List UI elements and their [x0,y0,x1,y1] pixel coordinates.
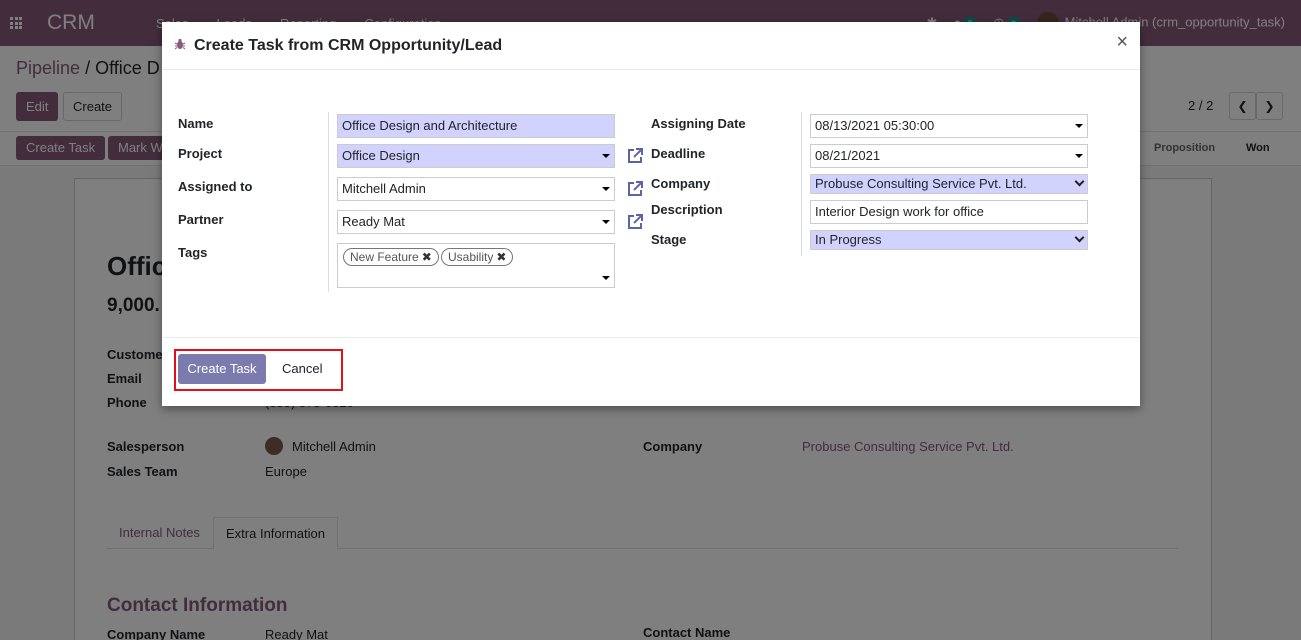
project-field[interactable]: Office Design [337,144,615,168]
external-link-icon[interactable] [625,179,645,199]
tag-label: New Feature [350,250,419,264]
dialog-title: Create Task from CRM Opportunity/Lead [194,36,503,54]
assigning-date-field[interactable]: 08/13/2021 05:30:00 [810,114,1088,138]
assigning-date-value: 08/13/2021 05:30:00 [815,118,935,133]
dialog-header: Create Task from CRM Opportunity/Lead × [162,22,1140,70]
company-value: Probuse Consulting Service Pvt. Ltd. [815,176,1027,191]
stage-value: In Progress [815,232,882,247]
caret-down-icon[interactable] [602,187,610,191]
company-label: Company [651,176,711,191]
tag-chip: Usability ✖ [441,248,514,266]
caret-down-icon[interactable] [602,154,610,158]
deadline-value: 08/21/2021 [815,148,881,163]
close-icon[interactable]: × [1116,32,1128,52]
chevron-down-icon [1074,176,1085,187]
assigned-to-value: Mitchell Admin [342,181,426,196]
stage-select[interactable]: In Progress [810,230,1088,250]
caret-down-icon[interactable] [1075,154,1083,158]
dialog-body: Name Project Assigned to Partner Tags Of… [162,70,1140,338]
partner-field[interactable]: Ready Mat [337,210,615,234]
tags-label: Tags [178,245,208,260]
assigned-to-field[interactable]: Mitchell Admin [337,177,615,201]
name-field[interactable]: Office Design and Architecture [337,114,615,138]
dialog-footer: Create Task Cancel [162,338,1140,404]
company-select[interactable]: Probuse Consulting Service Pvt. Ltd. [810,174,1088,194]
project-label: Project [178,146,223,161]
caret-down-icon[interactable] [602,276,610,280]
deadline-field[interactable]: 08/21/2021 [810,144,1088,168]
remove-tag-icon[interactable]: ✖ [496,250,506,264]
name-label: Name [178,116,214,131]
deadline-label: Deadline [651,146,706,161]
bug-icon [174,38,186,53]
chevron-down-icon [1074,232,1085,243]
caret-down-icon[interactable] [1075,124,1083,128]
assigned-to-label: Assigned to [178,179,253,194]
assigning-date-label: Assigning Date [651,116,746,131]
partner-value: Ready Mat [342,214,405,229]
partner-label: Partner [178,212,224,227]
column-divider [801,112,802,256]
external-link-icon[interactable] [625,212,645,232]
cancel-button[interactable]: Cancel [274,354,330,384]
tags-field[interactable]: New Feature ✖ Usability ✖ [337,243,615,288]
column-divider [328,112,329,292]
tag-label: Usability [448,250,494,264]
remove-tag-icon[interactable]: ✖ [422,250,432,264]
stage-label: Stage [651,232,687,247]
tag-chip: New Feature ✖ [343,248,439,266]
description-label: Description [651,202,723,217]
caret-down-icon[interactable] [602,220,610,224]
create-task-dialog: Create Task from CRM Opportunity/Lead × … [162,22,1140,406]
project-value: Office Design [342,148,420,163]
create-task-button[interactable]: Create Task [178,354,266,384]
external-link-icon[interactable] [625,146,645,166]
description-field[interactable]: Interior Design work for office [810,200,1088,224]
